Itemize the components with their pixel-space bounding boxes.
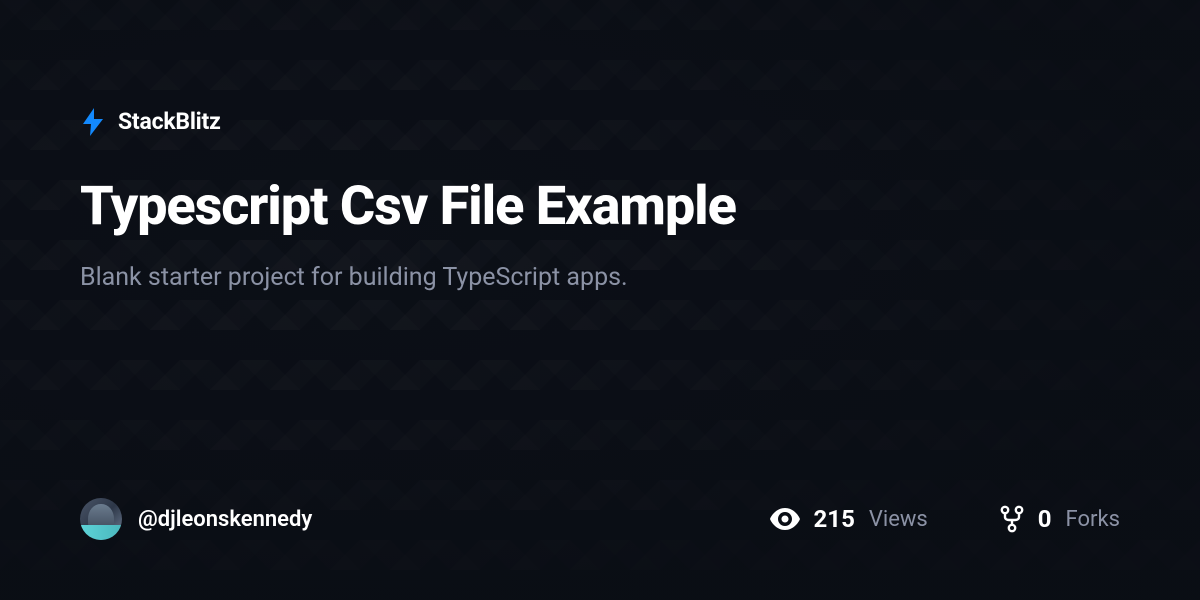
- lightning-bolt-icon: [80, 109, 106, 135]
- forks-label: Forks: [1066, 507, 1120, 532]
- footer-bar: @djleonskennedy 215 Views: [80, 498, 1120, 600]
- brand-name: StackBlitz: [118, 108, 221, 135]
- forks-stat: 0 Forks: [1000, 505, 1120, 533]
- project-title: Typescript Csv File Example: [80, 177, 1120, 236]
- stats-group: 215 Views 0 Forks: [770, 505, 1120, 533]
- views-stat: 215 Views: [770, 505, 928, 533]
- author-link[interactable]: @djleonskennedy: [80, 498, 312, 540]
- main-container: StackBlitz Typescript Csv File Example B…: [0, 0, 1200, 600]
- project-description: Blank starter project for building TypeS…: [80, 260, 1120, 295]
- views-label: Views: [869, 507, 928, 532]
- fork-icon: [1000, 505, 1024, 533]
- forks-count: 0: [1038, 505, 1052, 533]
- brand-logo[interactable]: StackBlitz: [80, 108, 1120, 135]
- eye-icon: [770, 508, 800, 530]
- author-username: @djleonskennedy: [138, 507, 312, 532]
- avatar: [80, 498, 122, 540]
- views-count: 215: [814, 505, 855, 533]
